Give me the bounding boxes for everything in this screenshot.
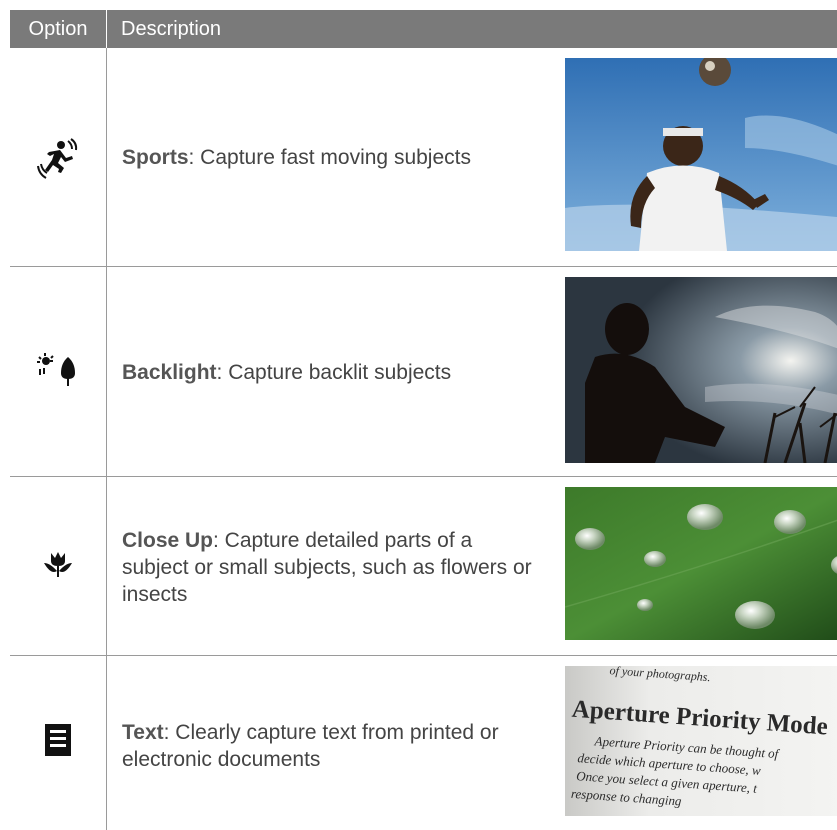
table-row-close-up: Close Up: Capture detailed parts of a su… [10,477,837,655]
text-title: Text [122,721,164,744]
text-document-icon [36,718,80,762]
sports-icon [36,136,80,180]
header-divider [106,10,107,48]
close-up-title: Close Up [122,529,214,552]
sports-photo [565,58,837,251]
backlight-photo [565,277,837,463]
close-up-description: Close Up: Capture detailed parts of a su… [122,527,532,608]
backlight-title: Backlight [122,361,217,384]
text-text: : Clearly capture text from printed or e… [122,721,499,771]
description-column-header: Description [121,18,222,40]
sports-description: Sports: Capture fast moving subjects [122,144,471,171]
sports-title: Sports [122,146,189,169]
text-photo: of your photographs. Aperture Priority M… [565,666,837,816]
table-header: Option Description [10,10,837,48]
table-row-backlight: Backlight: Capture backlit subjects [10,267,837,476]
close-up-photo [565,487,837,640]
table-row-text: Text: Clearly capture text from printed … [10,656,837,830]
option-column-header: Option [28,18,88,40]
close-up-icon [36,543,80,587]
text-description: Text: Clearly capture text from printed … [122,719,552,773]
table-row-sports: Sports: Capture fast moving subjects [10,48,837,266]
backlight-icon [36,347,80,391]
sports-text: : Capture fast moving subjects [188,146,471,169]
backlight-text: : Capture backlit subjects [216,361,452,384]
backlight-description: Backlight: Capture backlit subjects [122,359,451,386]
